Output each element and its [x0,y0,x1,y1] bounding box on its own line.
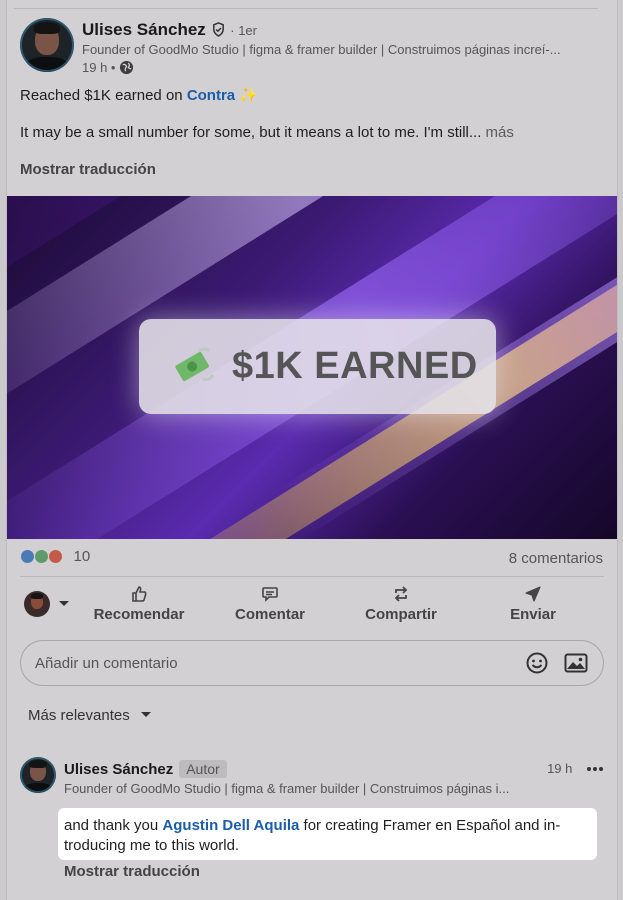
comment-time-and-menu: 19 h [547,761,604,776]
comment-icon [262,587,278,602]
chevron-down-icon [140,712,151,717]
contra-link[interactable]: Contra [187,87,235,104]
more-link[interactable]: más [486,124,514,141]
sort-dropdown[interactable]: Más relevantes [28,707,152,724]
comments-count[interactable]: 8 comentarios [509,550,603,567]
show-translation-button[interactable]: Mostrar traducción [20,161,156,178]
post-body: It may be a small number for some, but i… [20,124,514,141]
comment-show-translation-button[interactable]: Mostrar traducción [64,863,200,880]
celebrate-reaction-icon [34,549,50,564]
chevron-down-icon [59,601,69,606]
comment-input-placeholder: Añadir un comentario [35,655,178,672]
sparkle-icon: ✨ [239,87,259,104]
money-icon [175,347,215,382]
repost-icon [394,586,408,602]
author-headline: Founder of GoodMo Studio | figma & frame… [82,42,561,57]
actor-avatar [24,591,50,617]
send-button[interactable]: Enviar [500,584,566,623]
comment-input[interactable]: Añadir un comentario [20,640,604,686]
thumbs-up-icon [132,586,147,602]
image-icon[interactable] [564,652,588,674]
send-icon [525,586,541,602]
author-name[interactable]: Ulises Sánchez · 1er [82,20,257,40]
love-reaction-icon [48,549,64,564]
globe-icon [120,60,134,75]
like-button[interactable]: Recomendar [90,584,188,623]
reactions-summary[interactable]: 10 [20,548,90,565]
comment-text: and thank you Agustin Dell Aquila for cr… [58,808,597,860]
earned-badge: $1K EARNED [139,319,496,414]
author-avatar[interactable] [20,18,74,72]
reactions-divider [20,576,604,577]
post-image[interactable]: $1K EARNED [7,196,617,539]
banner-text: $1K EARNED [232,345,478,387]
emoji-icon[interactable] [525,651,549,675]
like-reaction-icon [20,549,35,564]
actor-selector[interactable] [24,591,74,619]
share-button[interactable]: Compartir [356,584,446,623]
author-badge: Autor [179,760,227,778]
commenter-avatar[interactable] [20,757,56,793]
mention-link[interactable]: Agustin Dell Aquila [162,817,299,834]
top-divider [14,8,598,9]
more-options-icon[interactable] [586,766,604,772]
reaction-count: 10 [73,548,91,565]
post-title-line: Reached $1K earned on Contra ✨ [20,87,259,104]
comment-button[interactable]: Comentar [228,584,312,623]
commenter-headline: Founder of GoodMo Studio | figma & frame… [64,781,510,796]
connection-degree: · 1er [230,23,257,38]
verified-icon [212,22,224,37]
commenter-name[interactable]: Ulises Sánchez Autor [64,760,227,778]
post-time: 19 h • [82,60,134,75]
